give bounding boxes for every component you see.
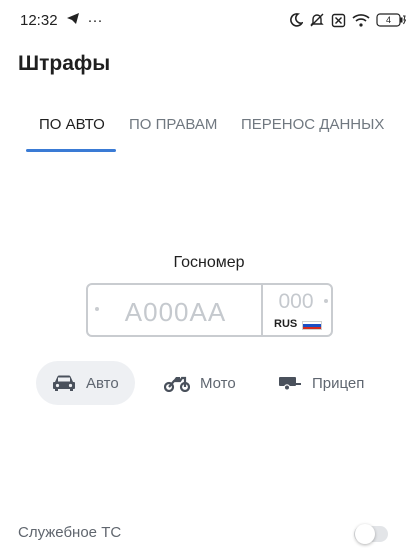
vehicle-type-moto[interactable]: Мото [164, 361, 236, 405]
russia-flag-icon [302, 321, 322, 330]
plate-region-placeholder: 000 [278, 290, 314, 313]
wifi-icon [352, 13, 370, 27]
vehicle-type-trailer[interactable]: Прицеп [278, 361, 364, 405]
plate-right-dot [324, 299, 328, 303]
tabs: ПО АВТО ПО ПРАВАМ ПЕРЕНОС ДАННЫХ [0, 108, 418, 154]
service-vehicle-row: Служебное ТС [0, 520, 418, 548]
page-title: Штрафы [18, 52, 111, 75]
status-bar: 12:32 ··· 4 [0, 0, 418, 40]
vehicle-type-moto-label: Мото [200, 374, 236, 392]
vehicle-type-car[interactable]: Авто [36, 361, 135, 405]
license-plate-input[interactable]: A000AA 000 RUS [86, 283, 333, 337]
status-time: 12:32 [20, 11, 58, 29]
car-icon [52, 374, 76, 392]
battery-icon: 4 [376, 13, 406, 27]
telegram-icon [66, 12, 80, 29]
tab-active-indicator [26, 149, 116, 152]
plate-title: Госномер [173, 254, 245, 271]
tab-by-car[interactable]: ПО АВТО [39, 108, 105, 154]
mute-icon [309, 12, 325, 28]
status-more: ··· [87, 11, 103, 29]
moon-icon [289, 13, 303, 27]
vehicle-type-selector: Авто Мото Прицеп [0, 361, 418, 405]
sim-off-icon [331, 13, 346, 28]
tab-by-license[interactable]: ПО ПРАВАМ [129, 108, 217, 154]
battery-level: 4 [385, 15, 391, 25]
tab-data-transfer[interactable]: ПЕРЕНОС ДАННЫХ [241, 108, 384, 154]
plate-country-code: RUS [274, 318, 298, 330]
toggle-knob [355, 524, 375, 544]
plate-region-field[interactable]: 000 RUS [266, 285, 331, 335]
vehicle-type-car-label: Авто [86, 374, 119, 392]
status-right: 4 [289, 12, 406, 28]
plate-number-field[interactable]: A000AA [88, 285, 263, 335]
vehicle-type-trailer-label: Прицеп [312, 374, 365, 392]
motorcycle-icon [164, 374, 190, 392]
trailer-icon [278, 375, 302, 391]
plate-number-placeholder: A000AA [124, 297, 227, 327]
status-left: 12:32 ··· [20, 12, 103, 29]
service-vehicle-label: Служебное ТС [18, 524, 122, 541]
service-vehicle-toggle[interactable] [354, 524, 388, 544]
